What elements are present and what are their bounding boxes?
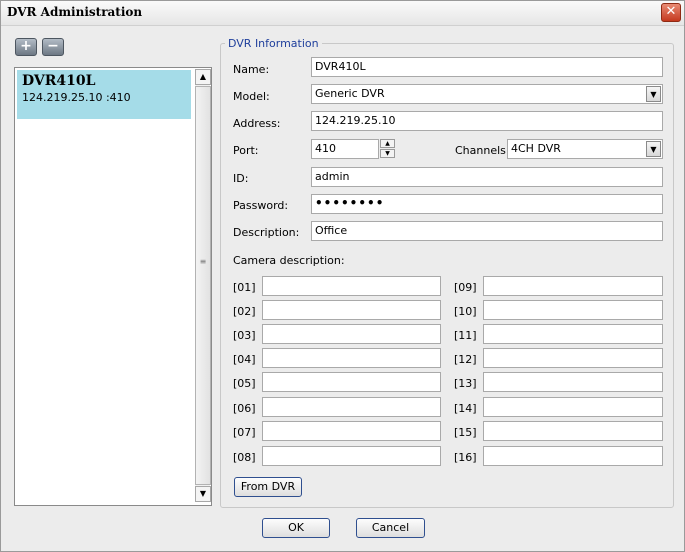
description-field[interactable]: Office (311, 221, 663, 241)
title-bar: DVR Administration ✕ (1, 1, 684, 26)
list-item[interactable]: DVR410L 124.219.25.10 :410 (17, 70, 191, 119)
camera-09-label: [09] (454, 281, 477, 294)
camera-10-label: [10] (454, 305, 477, 318)
camera-05-label: [05] (233, 377, 256, 390)
dvr-administration-window: DVR Administration ✕ + − DVR410L 124.219… (0, 0, 685, 552)
camera-13-field[interactable] (483, 372, 663, 392)
name-field[interactable]: DVR410L (311, 57, 663, 77)
model-label: Model: (233, 90, 270, 103)
close-icon[interactable]: ✕ (661, 3, 681, 22)
camera-08-label: [08] (233, 451, 256, 464)
id-field[interactable]: admin (311, 167, 663, 187)
camera-12-field[interactable] (483, 348, 663, 368)
camera-12-label: [12] (454, 353, 477, 366)
camera-04-field[interactable] (262, 348, 441, 368)
camera-08-field[interactable] (262, 446, 441, 466)
port-field[interactable]: 410 (311, 139, 379, 159)
model-value: Generic DVR (315, 87, 385, 100)
dvr-name: DVR410L (22, 73, 96, 89)
cancel-button[interactable]: Cancel (356, 518, 425, 538)
dropdown-arrow-icon[interactable]: ▼ (646, 86, 661, 102)
address-field[interactable]: 124.219.25.10 (311, 111, 663, 131)
channels-select[interactable]: 4CH DVR ▼ (507, 139, 663, 159)
camera-13-label: [13] (454, 377, 477, 390)
camera-15-field[interactable] (483, 421, 663, 441)
scroll-down-arrow-icon[interactable]: ▼ (195, 486, 211, 502)
camera-14-label: [14] (454, 402, 477, 415)
camera-16-field[interactable] (483, 446, 663, 466)
password-field[interactable]: •••••••• (311, 194, 663, 214)
camera-03-field[interactable] (262, 324, 441, 344)
camera-07-field[interactable] (262, 421, 441, 441)
camera-14-field[interactable] (483, 397, 663, 417)
camera-02-field[interactable] (262, 300, 441, 320)
camera-15-label: [15] (454, 426, 477, 439)
scroll-up-arrow-icon[interactable]: ▲ (195, 69, 211, 85)
ok-button[interactable]: OK (262, 518, 330, 538)
channels-value: 4CH DVR (511, 142, 561, 155)
add-dvr-button[interactable]: + (15, 38, 37, 56)
group-label: DVR Information (225, 37, 322, 50)
camera-04-label: [04] (233, 353, 256, 366)
scroll-thumb[interactable]: ≡ (195, 86, 211, 485)
camera-11-field[interactable] (483, 324, 663, 344)
vertical-scrollbar[interactable]: ▲ ≡ ▼ (195, 69, 211, 502)
model-select[interactable]: Generic DVR ▼ (311, 84, 663, 104)
port-stepper[interactable]: ▲ ▼ (380, 139, 395, 159)
camera-06-field[interactable] (262, 397, 441, 417)
port-label: Port: (233, 144, 259, 157)
from-dvr-button[interactable]: From DVR (234, 477, 302, 497)
dropdown-arrow-icon[interactable]: ▼ (646, 141, 661, 157)
camera-10-field[interactable] (483, 300, 663, 320)
camera-description-label: Camera description: (233, 254, 345, 267)
camera-16-label: [16] (454, 451, 477, 464)
window-title: DVR Administration (7, 5, 143, 19)
camera-03-label: [03] (233, 329, 256, 342)
name-label: Name: (233, 63, 270, 76)
remove-dvr-button[interactable]: − (42, 38, 64, 56)
camera-02-label: [02] (233, 305, 256, 318)
id-label: ID: (233, 172, 249, 185)
camera-11-label: [11] (454, 329, 477, 342)
camera-07-label: [07] (233, 426, 256, 439)
camera-09-field[interactable] (483, 276, 663, 296)
address-label: Address: (233, 117, 281, 130)
camera-05-field[interactable] (262, 372, 441, 392)
description-label: Description: (233, 226, 300, 239)
spin-down-icon[interactable]: ▼ (380, 149, 395, 158)
dvr-list[interactable]: DVR410L 124.219.25.10 :410 ▲ ≡ ▼ (14, 67, 212, 506)
channels-label: Channels: (455, 144, 510, 157)
password-label: Password: (233, 199, 289, 212)
dvr-address: 124.219.25.10 :410 (22, 91, 131, 104)
spin-up-icon[interactable]: ▲ (380, 139, 395, 148)
camera-01-label: [01] (233, 281, 256, 294)
camera-06-label: [06] (233, 402, 256, 415)
camera-01-field[interactable] (262, 276, 441, 296)
